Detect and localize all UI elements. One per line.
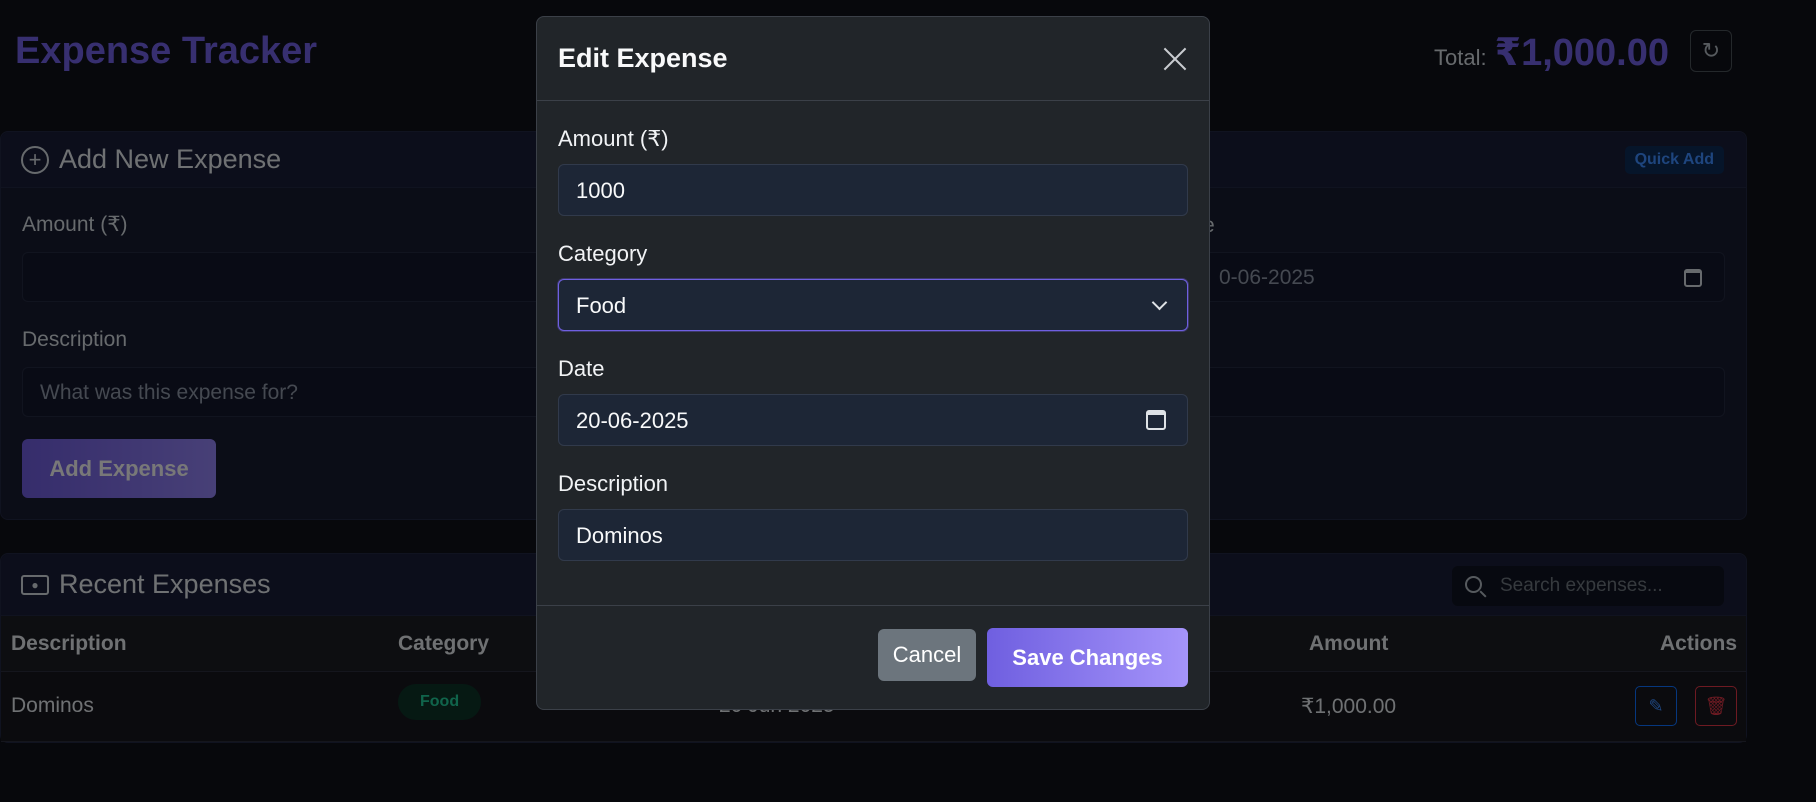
modal-date-value: 20-06-2025	[576, 408, 689, 433]
modal-date-input[interactable]: 20-06-2025	[558, 394, 1188, 446]
close-icon[interactable]	[1162, 46, 1188, 72]
chevron-down-icon	[1151, 294, 1168, 311]
cancel-button[interactable]: Cancel	[878, 629, 976, 681]
save-changes-button[interactable]: Save Changes	[987, 628, 1188, 687]
modal-footer: Cancel Save Changes	[537, 606, 1209, 708]
modal-category-select[interactable]: Food	[558, 279, 1188, 331]
modal-description-label: Description	[558, 471, 669, 496]
modal-date-label: Date	[558, 356, 605, 381]
edit-expense-modal: Edit Expense Amount (₹) 1000 Category Fo…	[536, 16, 1210, 710]
modal-title: Edit Expense	[558, 43, 728, 73]
modal-body: Amount (₹) 1000 Category Food Date 20-06…	[537, 101, 1209, 606]
calendar-icon[interactable]	[1146, 410, 1166, 430]
modal-amount-label: Amount (₹)	[558, 126, 669, 151]
modal-amount-input[interactable]: 1000	[558, 164, 1188, 216]
modal-category-label: Category	[558, 241, 648, 266]
modal-description-input[interactable]: Dominos	[558, 509, 1188, 561]
modal-category-value: Food	[576, 293, 627, 318]
modal-header: Edit Expense	[537, 17, 1209, 101]
